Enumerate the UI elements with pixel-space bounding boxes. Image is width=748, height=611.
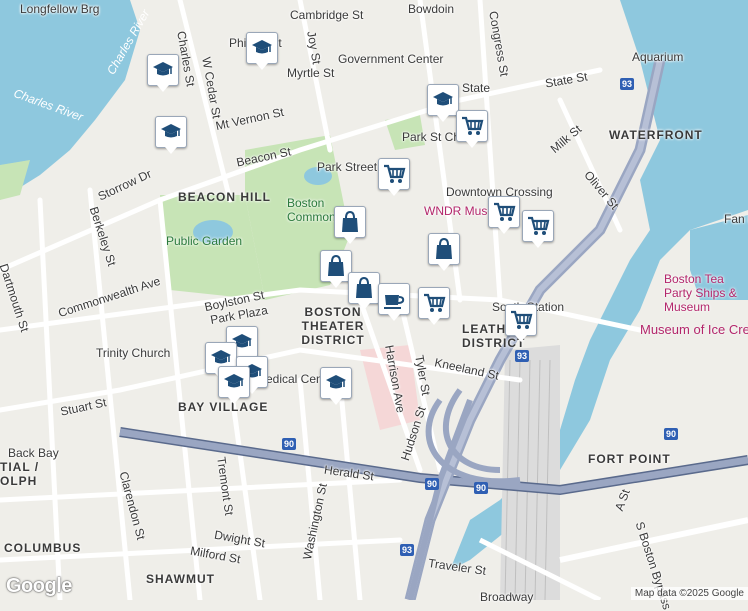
cart-icon bbox=[462, 116, 484, 135]
neighborhood-label: FORT POINT bbox=[588, 452, 671, 466]
interstate-93-shield: 93 bbox=[620, 78, 634, 90]
neighborhood-label: BAY VILLAGE bbox=[178, 400, 269, 414]
interstate-90-shield: 90 bbox=[474, 482, 488, 494]
bag-icon bbox=[356, 276, 372, 298]
school-marker[interactable] bbox=[320, 367, 352, 405]
interstate-93-shield: 93 bbox=[400, 544, 414, 556]
street-label: Myrtle St bbox=[287, 66, 335, 80]
interstate-90-shield: 90 bbox=[425, 478, 439, 490]
interstate-90-shield: 90 bbox=[664, 428, 678, 440]
school-icon bbox=[224, 374, 244, 388]
transit-label: Park Street bbox=[317, 160, 378, 174]
bag-icon bbox=[342, 210, 358, 232]
cart-marker[interactable] bbox=[488, 196, 520, 234]
street-label: Broadway bbox=[480, 590, 534, 604]
school-icon bbox=[433, 92, 453, 106]
neighborhood-label: BEACON HILL bbox=[178, 190, 271, 204]
poi-label: Public Garden bbox=[166, 234, 243, 248]
school-icon bbox=[161, 124, 181, 138]
neighborhood-label: TIAL / OLPH bbox=[0, 460, 40, 488]
cart-marker[interactable] bbox=[456, 110, 488, 148]
transit-label: Bowdoin bbox=[408, 2, 455, 16]
school-marker[interactable] bbox=[427, 84, 459, 122]
cart-icon bbox=[384, 164, 406, 183]
neighborhood-label: WATERFRONT bbox=[609, 128, 703, 142]
transit-label: Back Bay bbox=[8, 446, 59, 460]
cart-icon bbox=[424, 293, 446, 312]
transit-label: State bbox=[462, 81, 491, 95]
cup-icon bbox=[384, 295, 405, 309]
poi-label: Fan Pier bbox=[724, 212, 748, 226]
school-icon bbox=[153, 62, 173, 76]
google-logo: Google bbox=[6, 575, 72, 597]
neighborhood-label: BOSTON THEATER DISTRICT bbox=[301, 305, 365, 347]
bag-icon bbox=[328, 254, 344, 276]
school-icon bbox=[326, 375, 346, 389]
poi-label: Boston Tea Party Ships & Museum bbox=[664, 272, 737, 314]
cup-marker[interactable] bbox=[378, 283, 410, 321]
school-marker[interactable] bbox=[147, 54, 179, 92]
street-label: Longfellow Brg bbox=[20, 2, 100, 16]
poi-label: Boston Common bbox=[287, 196, 336, 224]
transit-label: Government Center bbox=[338, 52, 444, 66]
poi-label: Museum of Ice Cream bbox=[640, 322, 748, 337]
school-marker[interactable] bbox=[155, 116, 187, 154]
interstate-93-shield: 93 bbox=[515, 350, 529, 362]
neighborhood-label: COLUMBUS bbox=[4, 541, 82, 555]
cart-marker[interactable] bbox=[378, 158, 410, 196]
poi-label: Trinity Church bbox=[96, 346, 171, 360]
neighborhood-label: SHAWMUT bbox=[146, 572, 215, 586]
bag-marker[interactable] bbox=[348, 272, 380, 310]
cart-icon bbox=[494, 202, 516, 221]
cart-icon bbox=[511, 310, 533, 329]
cart-marker[interactable] bbox=[418, 287, 450, 325]
cart-marker[interactable] bbox=[522, 210, 554, 248]
bag-marker[interactable] bbox=[334, 206, 366, 244]
map-attribution[interactable]: Map data ©2025 Google bbox=[630, 587, 748, 600]
school-icon bbox=[252, 40, 272, 54]
bag-marker[interactable] bbox=[428, 233, 460, 271]
map-canvas[interactable]: Longfellow Brg Cambridge St Bowdoin Phil… bbox=[0, 0, 748, 611]
cart-marker[interactable] bbox=[505, 304, 537, 342]
interstate-90-shield: 90 bbox=[282, 438, 296, 450]
cart-icon bbox=[528, 216, 550, 235]
school-marker[interactable] bbox=[246, 32, 278, 70]
bag-icon bbox=[436, 237, 452, 259]
street-label: Cambridge St bbox=[290, 8, 364, 22]
transit-label: Aquarium bbox=[632, 50, 684, 64]
school-marker[interactable] bbox=[218, 366, 250, 404]
